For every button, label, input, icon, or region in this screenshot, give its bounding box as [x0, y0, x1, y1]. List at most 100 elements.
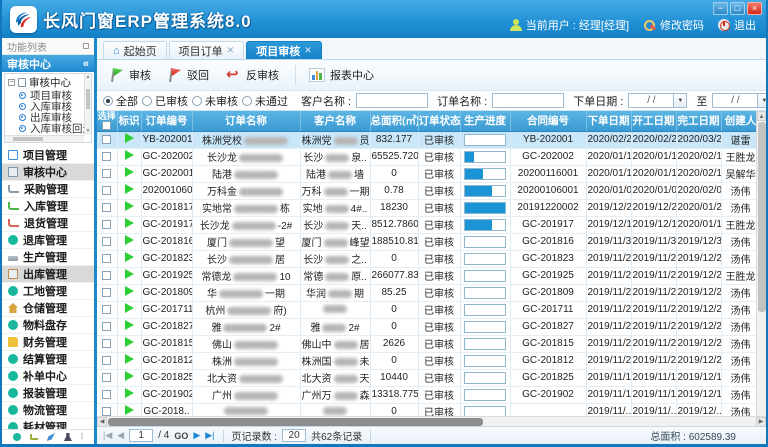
- cell-creator[interactable]: 汤伟: [721, 182, 756, 199]
- table-row[interactable]: GC-201816厦门望厦门峰望188510.818已审核GC-20181620…: [97, 233, 756, 250]
- cell-status[interactable]: 已审核: [418, 216, 460, 233]
- sidebar-item-仓储管理[interactable]: 仓储管理: [2, 300, 94, 317]
- row-checkbox[interactable]: [102, 169, 111, 178]
- table-row[interactable]: GC-201823长沙居长沙之..0已审核GC-2018232019/11/27…: [97, 250, 756, 267]
- cell-status[interactable]: 已审核: [418, 386, 460, 403]
- sidebar-item-采购管理[interactable]: 采购管理: [2, 181, 94, 198]
- cell-finish-date[interactable]: 2020/03/28: [676, 131, 721, 148]
- cell-finish-date[interactable]: 2020/01/17: [676, 216, 721, 233]
- cell-customer[interactable]: 陆港墙: [300, 165, 370, 182]
- column-header-创建人[interactable]: 创建人: [721, 111, 756, 131]
- cell-order-no[interactable]: GC-201812: [141, 352, 192, 369]
- cell-customer[interactable]: 长沙天..: [300, 216, 370, 233]
- cell-select[interactable]: [97, 284, 117, 301]
- cell-creator[interactable]: 汤伟: [721, 318, 756, 335]
- table-row[interactable]: GC-201815佛山佛山中居2626已审核GC-2018152019/11/2…: [97, 335, 756, 352]
- table-row[interactable]: GC-201827雅2#雅2#0已审核GC-2018272019/11/2020…: [97, 318, 756, 335]
- sidebar-item-出库管理[interactable]: 出库管理: [2, 266, 94, 283]
- table-row[interactable]: YB-202001株洲党校株洲党员..832.177已审核YB-20200120…: [97, 131, 756, 148]
- cell-customer[interactable]: 华润期: [300, 284, 370, 301]
- cell-order-name[interactable]: 长沙龙: [192, 148, 300, 165]
- cell-creator[interactable]: 汤伟: [721, 199, 756, 216]
- cell-order-no[interactable]: 20200106001: [141, 182, 192, 199]
- cell-status[interactable]: 已审核: [418, 148, 460, 165]
- cell-order-date[interactable]: 2020/01/19: [586, 148, 631, 165]
- sidebar-item-报装管理[interactable]: 报装管理: [2, 385, 94, 402]
- cell-start-date[interactable]: 2020/01/06: [631, 182, 676, 199]
- cell-status[interactable]: 已审核: [418, 403, 460, 416]
- cell-order-name[interactable]: 广州: [192, 386, 300, 403]
- column-header-下单日期[interactable]: 下单日期: [586, 111, 631, 131]
- cell-order-no[interactable]: YB-202001: [141, 131, 192, 148]
- cell-select[interactable]: [97, 267, 117, 284]
- cell-start-date[interactable]: 2019/11/20: [631, 284, 676, 301]
- cell-contract[interactable]: GC-201925: [510, 267, 586, 284]
- cell-start-date[interactable]: 2019/12/17: [631, 216, 676, 233]
- row-checkbox[interactable]: [102, 152, 111, 161]
- cell-customer[interactable]: [300, 403, 370, 416]
- cell-order-date[interactable]: 2019/11/21: [586, 267, 631, 284]
- cell-start-date[interactable]: 2019/11/19: [631, 386, 676, 403]
- cell-status[interactable]: 已审核: [418, 335, 460, 352]
- cell-order-name[interactable]: [192, 403, 300, 416]
- horizontal-scroll-thumb[interactable]: [108, 418, 483, 426]
- order-date-end-input[interactable]: / /: [712, 93, 758, 108]
- pin-icon[interactable]: [83, 43, 89, 49]
- cell-area[interactable]: 0: [370, 352, 418, 369]
- cell-customer[interactable]: 北大资天..: [300, 369, 370, 386]
- cell-order-no[interactable]: GC-2018..: [141, 403, 192, 416]
- cell-start-date[interactable]: 2019/11/30: [631, 233, 676, 250]
- cell-start-date[interactable]: 2019/11/20: [631, 335, 676, 352]
- cell-contract[interactable]: GC-201711: [510, 301, 586, 318]
- cell-order-no[interactable]: GC-201917: [141, 216, 192, 233]
- next-page-button[interactable]: ▶: [193, 430, 200, 441]
- cell-contract[interactable]: 20191220002: [510, 199, 586, 216]
- cell-start-date[interactable]: 2019/11/20: [631, 318, 676, 335]
- cell-order-date[interactable]: 2020/01/16: [586, 165, 631, 182]
- prev-page-button[interactable]: ◀: [117, 430, 124, 441]
- dot-icon[interactable]: [13, 433, 21, 441]
- cell-order-no[interactable]: GC-202001: [141, 165, 192, 182]
- cell-select[interactable]: [97, 403, 117, 416]
- cell-order-date[interactable]: 2019/11/20: [586, 318, 631, 335]
- sidebar-item-退货管理[interactable]: 退货管理: [2, 215, 94, 232]
- cell-select[interactable]: [97, 335, 117, 352]
- sidebar-item-财务管理[interactable]: 财务管理: [2, 334, 94, 351]
- cell-start-date[interactable]: 2019/11/27: [631, 250, 676, 267]
- cell-status[interactable]: 已审核: [418, 182, 460, 199]
- cell-order-name[interactable]: 厦门望: [192, 233, 300, 250]
- cart-icon[interactable]: [30, 434, 38, 440]
- sidebar-item-入库管理[interactable]: 入库管理: [2, 198, 94, 215]
- collapse-icon[interactable]: «: [83, 58, 89, 70]
- cell-order-no[interactable]: GC-201823: [141, 250, 192, 267]
- row-checkbox[interactable]: [102, 237, 111, 246]
- sidebar-item-审核中心[interactable]: 审核中心: [2, 164, 94, 181]
- person-icon[interactable]: [64, 433, 72, 441]
- more-options-icon[interactable]: ⁞: [81, 433, 83, 441]
- cell-order-no[interactable]: GC-201711: [141, 301, 192, 318]
- cell-customer[interactable]: 常德原..: [300, 267, 370, 284]
- cell-customer[interactable]: 万科一期: [300, 182, 370, 199]
- table-row[interactable]: GC-201902广州广州万森林13318.775已审核GC-201902201…: [97, 386, 756, 403]
- tab-项目审核[interactable]: 项目审核✕: [246, 41, 322, 59]
- column-header-总面积(㎡)[interactable]: 总面积(㎡): [370, 111, 418, 131]
- cell-creator[interactable]: 汤伟: [721, 386, 756, 403]
- radio-全部[interactable]: 全部: [103, 93, 138, 109]
- cell-order-no[interactable]: GC-201815: [141, 335, 192, 352]
- cell-order-no[interactable]: GC-201809: [141, 284, 192, 301]
- column-header-标识[interactable]: 标识: [117, 111, 141, 131]
- cell-area[interactable]: 13318.775: [370, 386, 418, 403]
- cell-finish-date[interactable]: 2020/02/19: [676, 148, 721, 165]
- cell-contract[interactable]: GC-201812: [510, 352, 586, 369]
- cell-creator[interactable]: 王胜龙: [721, 148, 756, 165]
- cell-customer[interactable]: 株洲国未来: [300, 352, 370, 369]
- column-header-客户名称[interactable]: 客户名称: [300, 111, 370, 131]
- cell-status[interactable]: 已审核: [418, 233, 460, 250]
- table-row[interactable]: 20200106001万科金万科一期0.78已审核202001060012020…: [97, 182, 756, 199]
- radio-未通过[interactable]: 未通过: [242, 93, 288, 109]
- cell-finish-date[interactable]: 2019/12/..: [676, 403, 721, 416]
- cell-order-name[interactable]: 常德龙10: [192, 267, 300, 284]
- customer-name-input[interactable]: [356, 93, 428, 108]
- cell-select[interactable]: [97, 233, 117, 250]
- cell-order-no[interactable]: GC-2018178: [141, 199, 192, 216]
